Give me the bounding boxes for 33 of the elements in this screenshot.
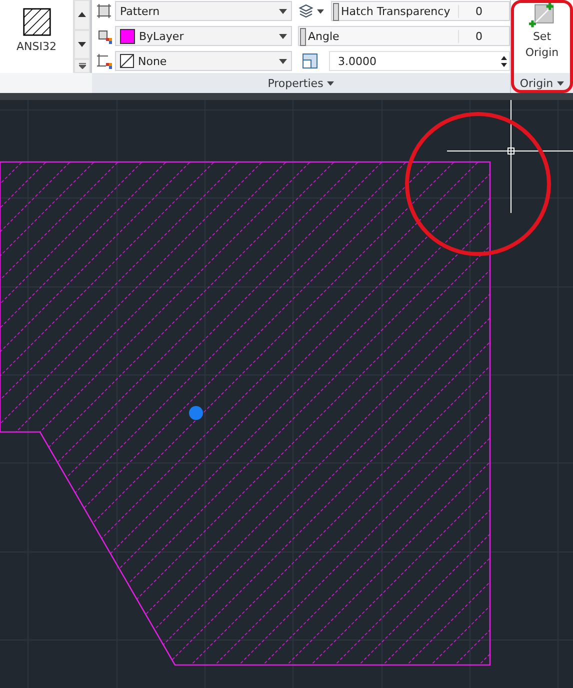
caret-icon	[279, 34, 287, 38]
caret-icon[interactable]	[317, 8, 324, 14]
caret-icon	[279, 58, 287, 64]
spin-down-icon[interactable]	[501, 62, 507, 66]
pattern-name: ANSI32	[16, 40, 56, 53]
scale-icon	[302, 53, 318, 69]
angle-slider[interactable]: Angle 0	[298, 26, 510, 46]
hatch-type-dropdown[interactable]: Pattern	[115, 1, 292, 21]
hatch-color-dropdown[interactable]: ByLayer	[115, 26, 292, 46]
expand-button[interactable]	[74, 59, 90, 73]
grip-point[interactable]	[189, 406, 203, 420]
background-color-dropdown[interactable]: None	[115, 51, 292, 71]
up-arrow-icon	[78, 12, 86, 18]
spin-up-icon[interactable]	[501, 56, 507, 60]
background-color-icon	[96, 53, 112, 69]
scale-field[interactable]: 3.0000	[329, 51, 510, 71]
layers-icon[interactable]	[298, 3, 314, 19]
scroll-down-button[interactable]	[74, 30, 90, 59]
no-color-icon	[120, 54, 134, 68]
expand-icon	[78, 63, 86, 69]
scroll-up-button[interactable]	[74, 0, 90, 30]
transparency-slider[interactable]: Hatch Transparency 0	[331, 1, 510, 21]
hatch-type-icon	[96, 3, 112, 19]
hatch-pattern-icon[interactable]	[22, 8, 50, 36]
slider-thumb[interactable]	[300, 28, 306, 46]
set-origin-icon	[529, 3, 555, 29]
caret-icon	[327, 80, 334, 86]
hatch-color-icon	[96, 28, 112, 44]
properties-panel-title[interactable]: Properties	[92, 73, 510, 93]
slider-thumb[interactable]	[333, 3, 339, 21]
down-arrow-icon	[78, 42, 86, 47]
caret-icon	[279, 8, 287, 14]
caret-icon	[557, 80, 564, 86]
